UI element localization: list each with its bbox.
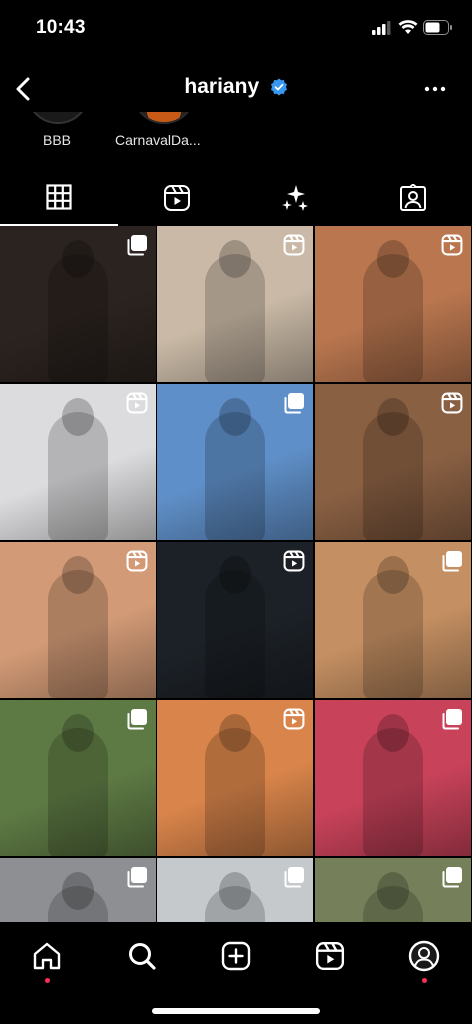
post-thumbnail[interactable] (0, 542, 156, 698)
tagged-person-icon (400, 184, 426, 211)
cellular-signal-icon (372, 21, 391, 35)
post-thumbnail[interactable] (157, 700, 313, 856)
status-time: 10:43 (36, 17, 86, 38)
reel-indicator-icon (283, 550, 305, 572)
nav-create[interactable] (216, 936, 256, 976)
post-thumbnail[interactable] (0, 700, 156, 856)
post-thumbnail[interactable] (157, 858, 313, 922)
photo-subject-head (62, 714, 94, 752)
verified-badge-icon (270, 78, 287, 96)
highlight-label: BBB (43, 132, 72, 148)
tab-collabs[interactable] (236, 170, 354, 226)
photo-subject-head (377, 398, 409, 436)
highlight-cover (26, 112, 90, 124)
search-icon (129, 943, 156, 970)
photo-subject-head (219, 240, 251, 278)
story-highlights: BBB CarnavalDa... (0, 112, 472, 156)
home-indicator (152, 1008, 320, 1014)
bottom-tab-bar (0, 922, 472, 1024)
photo-subject-head (219, 398, 251, 436)
sparkles-icon (282, 185, 308, 211)
post-thumbnail[interactable] (315, 542, 471, 698)
photo-subject-head (377, 872, 409, 910)
grid-icon (46, 184, 72, 210)
status-bar: 10:43 (0, 0, 472, 56)
profile-notification-dot (422, 978, 427, 983)
photo-subject-head (62, 556, 94, 594)
profile-header: hariany (0, 66, 472, 112)
carousel-indicator-icon (283, 392, 305, 414)
battery-icon (423, 20, 452, 35)
carousel-indicator-icon (126, 234, 148, 256)
profile-icon (408, 940, 440, 972)
carousel-indicator-icon (441, 866, 463, 888)
photo-subject-head (377, 714, 409, 752)
more-options-icon[interactable] (420, 76, 450, 102)
reel-indicator-icon (126, 550, 148, 572)
highlight-label: CarnavalDa... (115, 132, 201, 148)
post-thumbnail[interactable] (0, 226, 156, 382)
photo-subject-head (62, 398, 94, 436)
tab-posts-grid[interactable] (0, 170, 118, 226)
carousel-indicator-icon (441, 708, 463, 730)
nav-profile[interactable] (404, 936, 444, 976)
reels-icon (164, 185, 190, 211)
photo-subject-head (219, 556, 251, 594)
post-thumbnail[interactable] (0, 384, 156, 540)
photo-subject-head (377, 240, 409, 278)
post-thumbnail[interactable] (157, 384, 313, 540)
reel-indicator-icon (441, 392, 463, 414)
reel-indicator-icon (441, 234, 463, 256)
post-thumbnail[interactable] (157, 542, 313, 698)
post-thumbnail[interactable] (157, 226, 313, 382)
carousel-indicator-icon (126, 866, 148, 888)
home-icon (33, 942, 61, 970)
posts-grid (0, 226, 472, 922)
profile-username: hariany (184, 75, 260, 98)
photo-subject-head (219, 714, 251, 752)
nav-search[interactable] (122, 936, 162, 976)
photo-subject-head (62, 872, 94, 910)
reel-indicator-icon (126, 392, 148, 414)
nav-reels[interactable] (310, 936, 350, 976)
carousel-indicator-icon (283, 866, 305, 888)
photo-subject-head (377, 556, 409, 594)
tab-tagged[interactable] (354, 170, 472, 226)
nav-home[interactable] (27, 936, 67, 976)
reels-icon (315, 941, 345, 971)
post-thumbnail[interactable] (315, 858, 471, 922)
reel-indicator-icon (283, 234, 305, 256)
highlight-cover (132, 112, 196, 124)
photo-subject-head (62, 240, 94, 278)
post-thumbnail[interactable] (315, 226, 471, 382)
profile-content-tabs (0, 170, 472, 226)
plus-square-icon (221, 941, 251, 971)
home-notification-dot (45, 978, 50, 983)
post-thumbnail[interactable] (315, 384, 471, 540)
photo-subject-head (219, 872, 251, 910)
tab-reels[interactable] (118, 170, 236, 226)
post-thumbnail[interactable] (315, 700, 471, 856)
post-thumbnail[interactable] (0, 858, 156, 922)
carousel-indicator-icon (126, 708, 148, 730)
wifi-icon (398, 20, 418, 34)
reel-indicator-icon (283, 708, 305, 730)
carousel-indicator-icon (441, 550, 463, 572)
